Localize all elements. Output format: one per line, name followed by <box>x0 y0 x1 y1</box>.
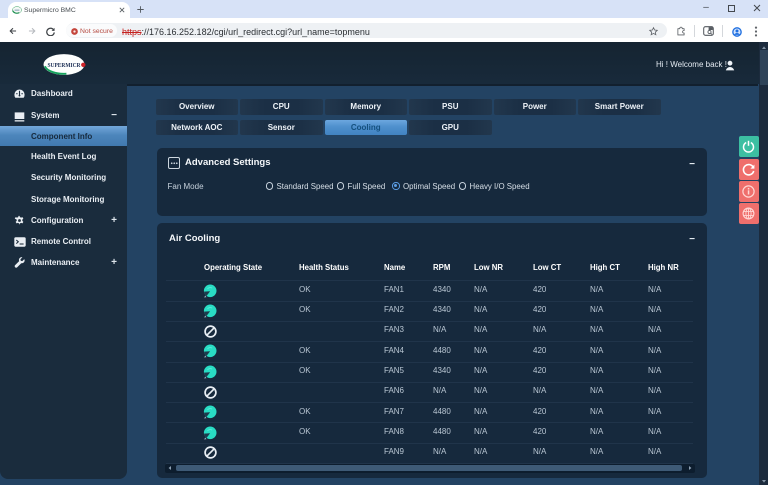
svg-text:SUPERMICR: SUPERMICR <box>48 62 81 69</box>
